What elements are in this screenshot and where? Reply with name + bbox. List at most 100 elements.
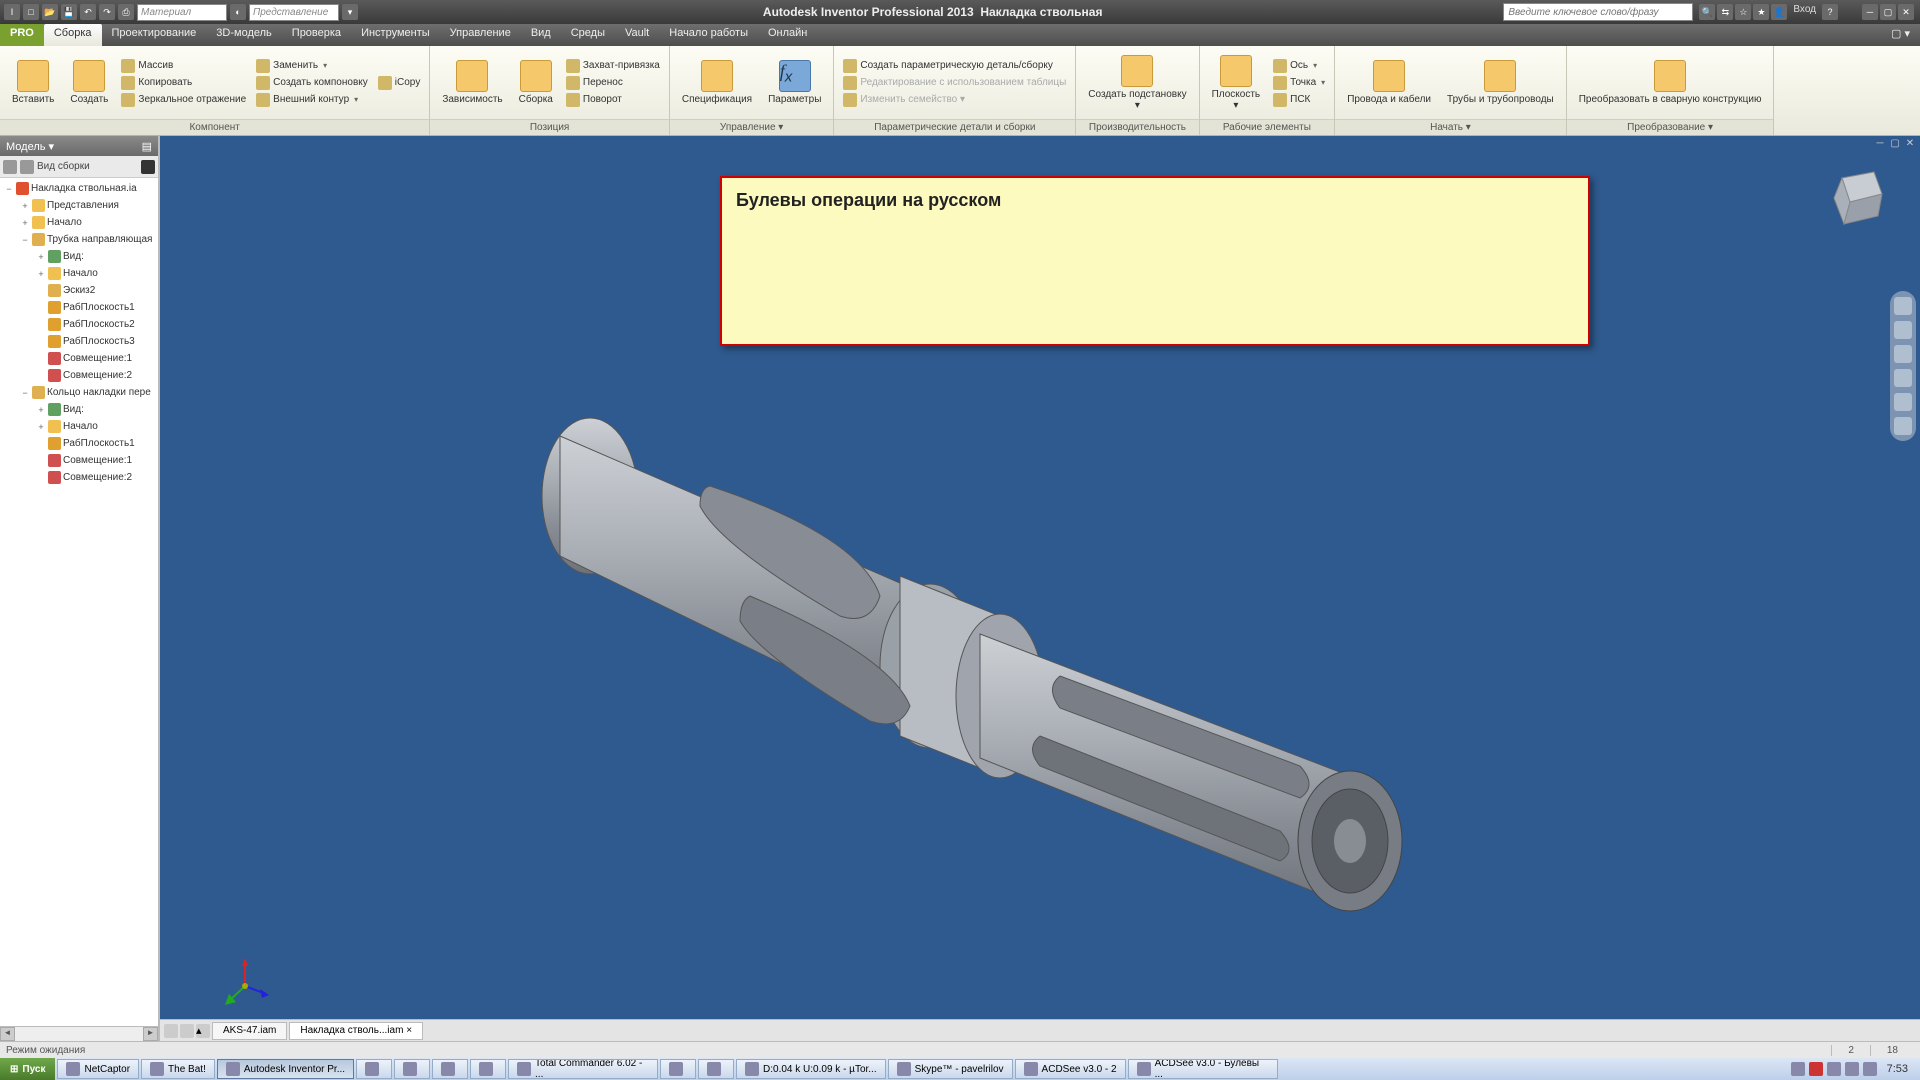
clock[interactable]: 7:53 [1881,1063,1914,1075]
undo-icon[interactable]: ↶ [80,4,96,20]
qat-more-icon[interactable]: ▾ [342,4,358,20]
menu-tab[interactable]: Вид [521,24,561,46]
ribbon-small-button[interactable]: Создать компоновку [253,75,371,91]
tree-node[interactable]: РабПлоскость1 [0,435,158,452]
material-dropdown[interactable]: Материал [137,4,227,21]
taskbar-button[interactable]: The Bat! [141,1059,215,1079]
ribbon-button[interactable]: fxПараметры [762,58,827,107]
tree-node[interactable]: Эскиз2 [0,282,158,299]
menu-tab[interactable]: Онлайн [758,24,817,46]
taskbar-button[interactable] [394,1059,430,1079]
tree-node[interactable]: −Кольцо накладки пере [0,384,158,401]
view-dropdown[interactable]: Представление [249,4,339,21]
ribbon-small-button[interactable]: ПСК [1270,92,1328,108]
nav-zoom-icon[interactable] [1894,345,1912,363]
menu-tab[interactable]: Проектирование [102,24,207,46]
tray-icon[interactable] [1791,1062,1805,1076]
tree-node[interactable]: −Накладка ствольная.ia [0,180,158,197]
taskbar-button[interactable] [660,1059,696,1079]
ribbon-button[interactable]: Преобразовать в сварную конструкцию [1573,58,1768,107]
viewport[interactable]: ─ ▢ ✕ Булевы операции на русском [160,136,1920,1041]
file-tab[interactable]: PRO [0,24,44,46]
expand-icon[interactable]: + [20,201,30,211]
signin-icon[interactable]: 👤 [1771,4,1787,20]
max-icon[interactable]: ▢ [1880,4,1896,20]
nav-pan-icon[interactable] [1894,321,1912,339]
tree-node[interactable]: Совмещение:2 [0,469,158,486]
ribbon-button[interactable]: Вставить [6,58,60,107]
ribbon-small-button[interactable]: Заменить▾ [253,58,371,74]
ribbon-small-button[interactable]: Копировать [118,75,249,91]
ribbon-small-button[interactable]: Зеркальное отражение [118,92,249,108]
taskbar-button[interactable]: ACDSee v3.0 - 2 [1015,1059,1126,1079]
viewcube[interactable] [1822,166,1892,236]
expand-icon[interactable]: + [36,422,46,432]
menu-tab[interactable]: Сборка [44,24,102,46]
vp-max-icon[interactable]: ▢ [1889,138,1901,150]
scroll-right-icon[interactable]: ► [143,1027,158,1041]
doc-tab[interactable]: AKS-47.iam [212,1022,287,1040]
tree-node[interactable]: РабПлоскость1 [0,299,158,316]
expand-icon[interactable]: + [36,252,46,262]
ribbon-small-button[interactable]: Массив [118,58,249,74]
view-mode-icon[interactable] [20,160,34,174]
scroll-track[interactable] [15,1027,143,1041]
taskbar-button[interactable]: ACDSee v3.0 - Булевы ... [1128,1059,1278,1079]
taskbar-button[interactable] [470,1059,506,1079]
vp-close-icon[interactable]: ✕ [1904,138,1916,150]
expand-icon[interactable]: − [20,388,30,398]
ribbon-min-icon[interactable]: ▢ ▾ [1881,24,1920,46]
filter-dropdown[interactable]: Вид сборки [37,161,90,172]
tray-vol-icon[interactable] [1845,1062,1859,1076]
doctab-grid-icon[interactable] [180,1024,194,1038]
search-go-icon[interactable]: 🔍 [1699,4,1715,20]
doctab-up-icon[interactable]: ▴ [196,1024,210,1038]
comm-icon[interactable]: ☆ [1735,4,1751,20]
ribbon-button[interactable]: Зависимость [436,58,508,107]
nav-look-icon[interactable] [1894,393,1912,411]
new-icon[interactable]: □ [23,4,39,20]
ribbon-small-button[interactable]: Поворот [563,92,663,108]
tray-net-icon[interactable] [1827,1062,1841,1076]
tree-node[interactable]: Совмещение:1 [0,350,158,367]
ribbon-small-button[interactable]: Захват-привязка [563,58,663,74]
min-icon[interactable]: ─ [1862,4,1878,20]
ribbon-button[interactable]: Трубы и трубопроводы [1441,58,1560,107]
ribbon-button[interactable]: Плоскость▾ [1206,53,1267,113]
expand-icon[interactable]: + [36,269,46,279]
tree-node[interactable]: −Трубка направляющая [0,231,158,248]
save-icon[interactable]: 💾 [61,4,77,20]
menu-tab[interactable]: Vault [615,24,659,46]
tree-node[interactable]: +Начало [0,265,158,282]
doc-tab[interactable]: Накладка стволь...iam × [289,1022,423,1040]
tray-app-icon[interactable] [1863,1062,1877,1076]
browser-opts-icon[interactable]: ▤ [142,140,152,153]
menu-tab[interactable]: Начало работы [659,24,758,46]
sub-icon[interactable]: ⇆ [1717,4,1733,20]
menu-tab[interactable]: Среды [561,24,615,46]
tree-node[interactable]: РабПлоскость2 [0,316,158,333]
help-icon[interactable]: ? [1822,4,1838,20]
scroll-left-icon[interactable]: ◄ [0,1027,15,1041]
taskbar-button[interactable]: D:0.04 k U:0.09 k - µTor... [736,1059,886,1079]
start-button[interactable]: ⊞Пуск [0,1058,55,1080]
taskbar-button[interactable]: NetCaptor [57,1059,139,1079]
filter-icon[interactable] [3,160,17,174]
vp-min-icon[interactable]: ─ [1874,138,1886,150]
nav-orbit-icon[interactable] [1894,369,1912,387]
ribbon-small-button[interactable]: Создать параметрическую деталь/сборку [840,58,1069,74]
ribbon-small-button[interactable]: iCopy [375,75,424,91]
menu-tab[interactable]: Проверка [282,24,351,46]
taskbar-button[interactable]: Skype™ - pavelrilov [888,1059,1013,1079]
appearance-icon[interactable]: ◐ [230,4,246,20]
menu-tab[interactable]: Управление [440,24,521,46]
taskbar-button[interactable]: Total Commander 6.02 - ... [508,1059,658,1079]
tree-node[interactable]: +Представления [0,197,158,214]
search-input[interactable] [1503,3,1693,21]
taskbar-button[interactable]: Autodesk Inventor Pr... [217,1059,354,1079]
expand-icon[interactable]: + [20,218,30,228]
tree-node[interactable]: +Вид: [0,401,158,418]
tray-lang-icon[interactable] [1809,1062,1823,1076]
taskbar-button[interactable] [356,1059,392,1079]
print-icon[interactable]: ⎙ [118,4,134,20]
